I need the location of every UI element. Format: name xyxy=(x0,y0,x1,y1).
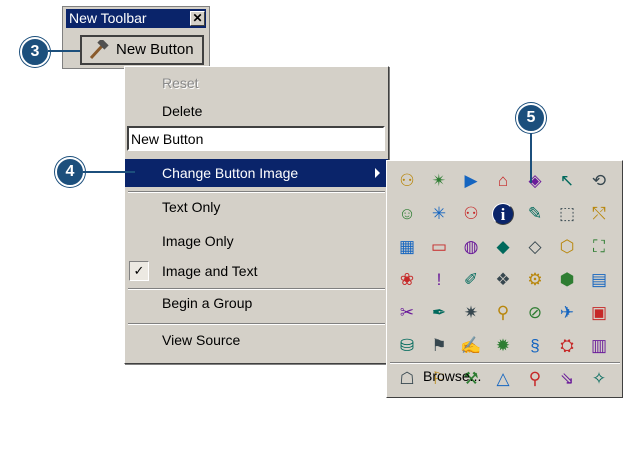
checkmark-icon: ✓ xyxy=(129,261,149,281)
palette-icon[interactable]: ☖ xyxy=(393,365,421,393)
callout-4-line xyxy=(83,171,135,173)
callout-4: 4 xyxy=(55,157,85,187)
palette-icon[interactable]: ⚑ xyxy=(425,332,453,360)
palette-icon[interactable]: ✷ xyxy=(457,299,485,327)
palette-icon[interactable]: i xyxy=(492,203,514,225)
palette-icon[interactable]: ◇ xyxy=(521,233,549,261)
palette-icon[interactable]: ✂ xyxy=(393,299,421,327)
palette-icon[interactable]: ⟲ xyxy=(585,167,613,195)
palette-icon[interactable]: ▤ xyxy=(585,266,613,294)
menu-item-text-only[interactable]: Text Only xyxy=(125,193,388,221)
palette-icon[interactable]: ❖ xyxy=(489,266,517,294)
toolbar-title-bar[interactable]: New Toolbar xyxy=(66,9,206,28)
palette-icon[interactable]: ✍ xyxy=(457,332,485,360)
callout-5: 5 xyxy=(516,103,546,133)
palette-icon[interactable]: ⚙ xyxy=(521,266,549,294)
submenu-arrow-icon xyxy=(375,168,380,178)
new-button[interactable]: New Button xyxy=(80,35,204,65)
palette-icon[interactable]: ▦ xyxy=(393,233,421,261)
palette-icon[interactable]: ⬢ xyxy=(553,266,581,294)
palette-icon[interactable]: ⚇ xyxy=(457,200,485,228)
palette-icon[interactable]: ⛁ xyxy=(393,332,421,360)
browse-button[interactable]: Browse... xyxy=(423,368,481,384)
palette-icon[interactable]: ⚇ xyxy=(393,167,421,195)
callout-3-line xyxy=(48,50,80,52)
palette-separator xyxy=(390,362,620,364)
palette-icon[interactable]: ⛭ xyxy=(553,332,581,360)
palette-icon[interactable]: ❀ xyxy=(393,266,421,294)
button-image-palette: ⚇ ✴ ▶ ⌂ ◈ ↖ ⟲ ☺ ✳ ⚇ i ✎ ⬚ ⤲ ▦ ▭ ◍ ◆ ◇ ⬡ ⛶ ❀! ✐ ❖ ⚙ ⬢ ▤ ✂ ✒ ✷ ⚲ ⊘ ✈ ▣ ⛁ ⚑ ✍ ✹ §… xyxy=(386,160,623,398)
callout-5-line xyxy=(530,133,532,183)
palette-icon[interactable]: ⛶ xyxy=(585,233,613,261)
palette-icon[interactable]: ⌂ xyxy=(489,167,517,195)
palette-icon[interactable]: ⚲ xyxy=(521,365,549,393)
palette-icon[interactable]: ◆ xyxy=(489,233,517,261)
menu-item-begin-a-group[interactable]: Begin a Group xyxy=(125,289,388,317)
palette-icon[interactable]: ▭ xyxy=(425,233,453,261)
palette-icon[interactable]: △ xyxy=(489,365,517,393)
menu-item-change-button-image[interactable]: Change Button Image xyxy=(125,159,388,187)
menu-item-delete[interactable]: Delete xyxy=(125,97,388,125)
palette-icon[interactable]: ✳ xyxy=(425,200,453,228)
palette-icon[interactable]: ✐ xyxy=(457,266,485,294)
context-menu: Reset Delete Change Button Image Text On… xyxy=(124,66,389,364)
palette-icon[interactable]: ◈ xyxy=(521,167,549,195)
palette-icon[interactable]: ✒ xyxy=(425,299,453,327)
menu-item-image-and-text[interactable]: ✓ Image and Text xyxy=(125,257,388,285)
button-name-field[interactable] xyxy=(127,126,385,151)
menu-item-view-source[interactable]: View Source xyxy=(125,326,388,354)
close-button[interactable]: ✕ xyxy=(190,11,205,26)
palette-icon[interactable]: § xyxy=(521,332,549,360)
palette-icon[interactable]: ✧ xyxy=(585,365,613,393)
palette-icon[interactable]: ▣ xyxy=(585,299,613,327)
new-button-label: New Button xyxy=(116,41,194,58)
hammer-icon xyxy=(89,40,109,60)
menu-separator xyxy=(128,323,385,325)
toolbar-title: New Toolbar xyxy=(69,10,147,26)
palette-icon[interactable]: ✹ xyxy=(489,332,517,360)
menu-item-reset[interactable]: Reset xyxy=(125,69,388,97)
palette-icon[interactable]: ◍ xyxy=(457,233,485,261)
palette-icon[interactable]: ▶ xyxy=(457,167,485,195)
palette-icon[interactable]: ⊘ xyxy=(521,299,549,327)
palette-icon[interactable]: ⚲ xyxy=(489,299,517,327)
callout-3: 3 xyxy=(20,37,50,67)
palette-icon[interactable]: ⤲ xyxy=(585,200,613,228)
palette-icon[interactable]: ! xyxy=(425,266,453,294)
close-icon: ✕ xyxy=(192,11,203,25)
palette-icon[interactable]: ✈ xyxy=(553,299,581,327)
menu-item-image-only[interactable]: Image Only xyxy=(125,227,388,255)
palette-icon[interactable]: ⬡ xyxy=(553,233,581,261)
palette-icon[interactable]: ⇘ xyxy=(553,365,581,393)
palette-icon[interactable]: ▥ xyxy=(585,332,613,360)
palette-icon[interactable]: ↖ xyxy=(553,167,581,195)
palette-icon[interactable]: ☺ xyxy=(393,200,421,228)
palette-icon[interactable]: ✎ xyxy=(521,200,549,228)
palette-icon[interactable]: ⬚ xyxy=(553,200,581,228)
palette-icon[interactable]: ✴ xyxy=(425,167,453,195)
